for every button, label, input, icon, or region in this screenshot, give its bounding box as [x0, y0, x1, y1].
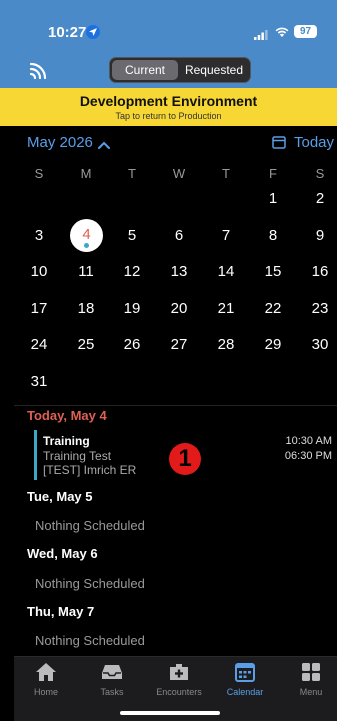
- calendar-day[interactable]: 7: [211, 227, 241, 244]
- calendar-day[interactable]: 2: [305, 190, 335, 207]
- segment-requested[interactable]: Requested: [180, 60, 248, 80]
- chevron-up-icon[interactable]: [98, 136, 110, 154]
- agenda-date-header: Thu, May 7: [27, 604, 95, 619]
- calendar-day[interactable]: 22: [258, 300, 288, 317]
- tab-label: Home: [33, 687, 58, 697]
- annotation-badge: 1: [169, 443, 201, 475]
- calendar-day[interactable]: 13: [164, 263, 194, 280]
- agenda-date-header: Wed, May 6: [27, 546, 98, 561]
- event-end-time: 06:30 PM: [284, 450, 332, 462]
- weekday-label: W: [172, 166, 186, 181]
- calendar-day[interactable]: 17: [24, 300, 54, 317]
- event-location: [TEST] Imrich ER: [43, 463, 137, 477]
- weekday-label: T: [222, 166, 230, 181]
- tab-encounters[interactable]: Encounters: [149, 657, 209, 707]
- calendar-day[interactable]: 23: [305, 300, 335, 317]
- tab-label: Tasks: [100, 687, 124, 697]
- tab-label: Encounters: [156, 687, 202, 697]
- tab-calendar[interactable]: Calendar: [215, 657, 275, 707]
- nothing-scheduled-text: Nothing Scheduled: [35, 633, 145, 648]
- calendar-day[interactable]: 25: [71, 336, 101, 353]
- tab-label: Menu: [299, 687, 323, 697]
- calendar-month-row: May 2026 Today: [0, 128, 337, 156]
- calendar-day[interactable]: 8: [258, 227, 288, 244]
- calendar-day[interactable]: 29: [258, 336, 288, 353]
- event-color-bar: [34, 430, 37, 480]
- calendar-day[interactable]: 3: [24, 227, 54, 244]
- calendar-day[interactable]: 1: [258, 190, 288, 207]
- home-indicator[interactable]: [120, 711, 220, 715]
- calendar-day[interactable]: 10: [24, 263, 54, 280]
- weekday-label: M: [80, 166, 92, 181]
- weekday-label: F: [269, 166, 277, 181]
- calendar-day[interactable]: 5: [117, 227, 147, 244]
- calendar-icon[interactable]: [272, 135, 286, 154]
- left-edge-strip: [0, 126, 14, 721]
- tab-tasks[interactable]: Tasks: [82, 657, 142, 707]
- calendar-day[interactable]: 14: [211, 263, 241, 280]
- calendar-day[interactable]: 21: [211, 300, 241, 317]
- environment-banner-subtitle: Tap to return to Production: [115, 111, 222, 121]
- tab-menu[interactable]: Menu: [281, 657, 337, 707]
- app-logo-icon[interactable]: [28, 59, 50, 86]
- calendar-day[interactable]: 30: [305, 336, 335, 353]
- calendar-day[interactable]: 31: [24, 373, 54, 390]
- status-time: 10:27: [48, 24, 87, 41]
- event-start-time: 10:30 AM: [285, 435, 332, 447]
- section-divider: [14, 405, 337, 406]
- event-description: Training Test: [43, 449, 112, 463]
- calendar-day[interactable]: 18: [71, 300, 101, 317]
- calendar-day-today[interactable]: 4: [70, 226, 103, 243]
- calendar-day[interactable]: 6: [164, 227, 194, 244]
- calendar-day[interactable]: 19: [117, 300, 147, 317]
- agenda-date-header: Tue, May 5: [27, 489, 93, 504]
- environment-banner[interactable]: Development Environment Tap to return to…: [0, 88, 337, 126]
- status-bar: 10:27 97: [0, 0, 337, 52]
- calendar-day[interactable]: 16: [305, 263, 335, 280]
- calendar-day[interactable]: 24: [24, 336, 54, 353]
- battery-indicator: 97: [294, 25, 317, 38]
- calendar-day[interactable]: 12: [117, 263, 147, 280]
- agenda-date-header-today: Today, May 4: [27, 408, 107, 423]
- cellular-signal-icon: [254, 27, 268, 45]
- calendar-day[interactable]: 20: [164, 300, 194, 317]
- weekday-label: S: [34, 166, 44, 181]
- month-title[interactable]: May 2026: [27, 134, 93, 151]
- nothing-scheduled-text: Nothing Scheduled: [35, 518, 145, 533]
- location-arrow-icon: [86, 25, 100, 39]
- event-dot-indicator: [84, 243, 89, 248]
- app-header: Current Requested: [0, 52, 337, 88]
- calendar-day[interactable]: 15: [258, 263, 288, 280]
- calendar-day[interactable]: 26: [117, 336, 147, 353]
- weekday-label: T: [128, 166, 136, 181]
- segment-current[interactable]: Current: [112, 60, 178, 80]
- tab-home[interactable]: Home: [16, 657, 76, 707]
- view-segmented-control: Current Requested: [109, 57, 251, 83]
- environment-banner-title: Development Environment: [79, 93, 258, 109]
- calendar-day[interactable]: 11: [71, 263, 101, 280]
- tab-label: Calendar: [226, 687, 264, 697]
- calendar-day[interactable]: 27: [164, 336, 194, 353]
- nothing-scheduled-text: Nothing Scheduled: [35, 576, 145, 591]
- today-button[interactable]: Today: [294, 134, 334, 151]
- event-title: Training: [43, 434, 90, 448]
- wifi-icon: [275, 25, 289, 43]
- weekday-label: S: [315, 166, 325, 181]
- calendar-day[interactable]: 28: [211, 336, 241, 353]
- calendar-day[interactable]: 9: [305, 227, 335, 244]
